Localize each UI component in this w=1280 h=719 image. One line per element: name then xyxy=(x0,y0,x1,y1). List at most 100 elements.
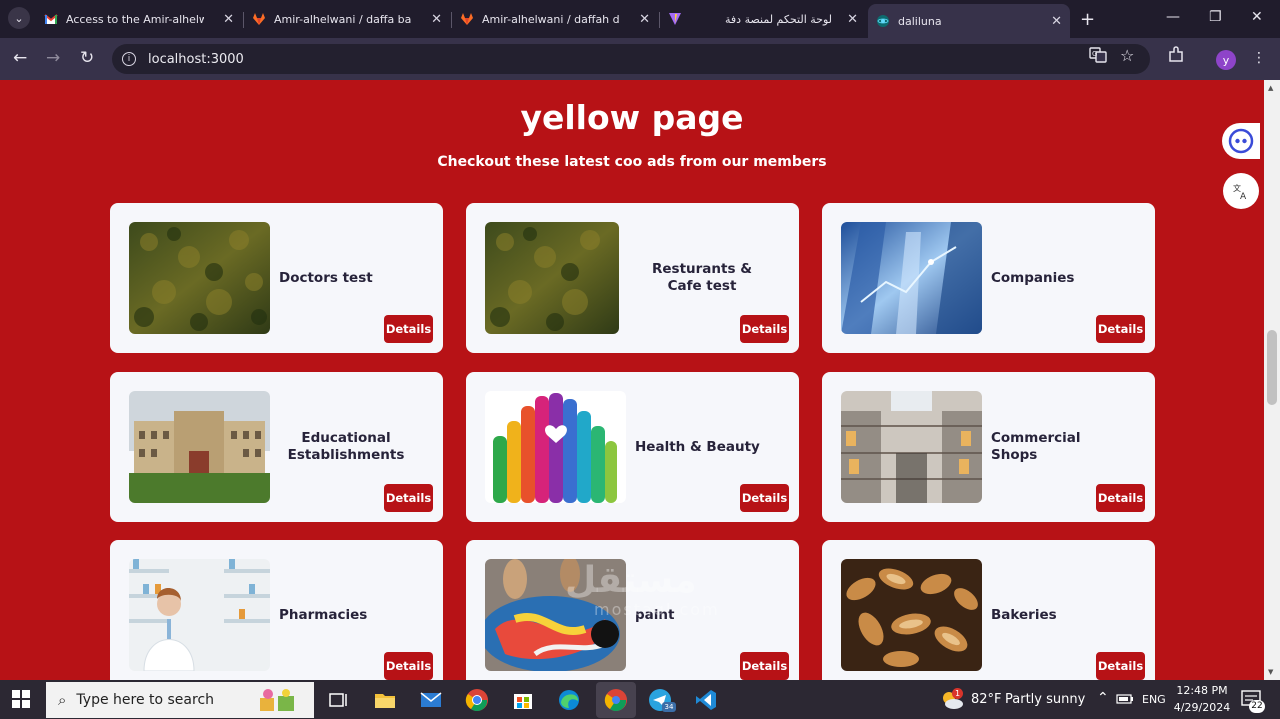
close-window-icon[interactable]: ✕ xyxy=(1251,9,1263,25)
gitlab-icon xyxy=(252,12,266,26)
tab-search-button[interactable]: ⌄ xyxy=(8,7,30,29)
address-bar[interactable]: i localhost:3000 xyxy=(112,44,1150,74)
telegram-badge: 34 xyxy=(662,702,676,712)
shopping-mall-image xyxy=(841,391,982,503)
category-card-bakeries[interactable]: Bakeries Details xyxy=(822,540,1155,680)
battery-icon[interactable] xyxy=(1116,690,1134,708)
bookmark-star-icon[interactable]: ☆ xyxy=(1120,46,1134,65)
gmail-icon xyxy=(44,12,58,26)
translate-widget-icon: 文A xyxy=(1233,183,1247,200)
taskbar-search-box[interactable]: ⌕ Type here to search xyxy=(46,682,314,718)
close-tab-icon[interactable]: ✕ xyxy=(841,12,858,27)
react-icon xyxy=(876,14,890,28)
watermark-arabic: مستقل xyxy=(565,560,697,601)
tab-gmail[interactable]: Access to the Amir-alhelwani ✕ xyxy=(36,4,242,34)
svg-text:A: A xyxy=(1240,192,1247,200)
tab-title: لوحة التحكم لمنصة دفة xyxy=(725,12,832,26)
pharmacist-image xyxy=(129,559,270,671)
school-building-image xyxy=(129,391,270,503)
reload-icon[interactable]: ↻ xyxy=(80,48,94,68)
weather-description[interactable]: Partly sunny xyxy=(1005,692,1085,707)
browser-toolbar: ← → ↻ i localhost:3000 G ☆ xyxy=(0,38,1280,80)
file-explorer-icon[interactable] xyxy=(373,688,397,712)
tab-vite[interactable] xyxy=(660,4,700,34)
gitlab-icon xyxy=(460,12,474,26)
close-tab-icon[interactable]: ✕ xyxy=(425,12,442,27)
clock-time[interactable]: 12:48 PM xyxy=(1170,684,1234,697)
tab-gitlab-dashboard[interactable]: Amir-alhelwani / daffah dashboard ✕ xyxy=(452,4,658,34)
tab-title: Access to the Amir-alhelwani xyxy=(66,12,204,26)
vite-icon xyxy=(668,12,682,26)
forest-image xyxy=(129,222,270,334)
category-card-pharmacies[interactable]: Pharmacies Details xyxy=(110,540,443,680)
tab-title: Amir-alhelwani / daffah dashboard xyxy=(482,12,620,26)
details-button[interactable]: Details xyxy=(1096,315,1145,343)
tab-title: Amir-alhelwani / daffa backend xyxy=(274,12,412,26)
translate-icon[interactable]: G xyxy=(1089,46,1107,68)
profile-avatar[interactable]: y xyxy=(1216,50,1236,70)
scroll-up-arrow-icon[interactable]: ▲ xyxy=(1268,84,1273,92)
chrome-icon[interactable] xyxy=(465,688,489,712)
microsoft-store-icon[interactable] xyxy=(511,688,535,712)
details-button[interactable]: Details xyxy=(1096,484,1145,512)
category-card-doctors[interactable]: Doctors test Details xyxy=(110,203,443,353)
search-highlight-gift-icon xyxy=(260,689,294,711)
category-card-companies[interactable]: Companies Details xyxy=(822,203,1155,353)
back-icon[interactable]: ← xyxy=(13,48,27,68)
category-card-commercial-shops[interactable]: Commercial Shops Details xyxy=(822,372,1155,522)
url-text[interactable]: localhost:3000 xyxy=(148,52,244,67)
close-tab-icon[interactable]: ✕ xyxy=(217,12,234,27)
edge-icon[interactable] xyxy=(557,688,581,712)
site-info-icon[interactable]: i xyxy=(122,52,136,66)
category-card-restaurants[interactable]: Resturants & Cafe test Details xyxy=(466,203,799,353)
tab-daliluna[interactable]: daliluna ✕ xyxy=(868,4,1070,38)
details-button[interactable]: Details xyxy=(740,652,789,680)
chat-assistant-button[interactable] xyxy=(1222,123,1260,159)
browser-tab-bar: ⌄ Access to the Amir-alhelwani ✕ Amir-al… xyxy=(0,0,1280,38)
details-button[interactable]: Details xyxy=(740,315,789,343)
details-button[interactable]: Details xyxy=(740,484,789,512)
details-button[interactable]: Details xyxy=(384,315,433,343)
page-content: yellow page Checkout these latest coo ad… xyxy=(0,80,1264,680)
details-button[interactable]: Details xyxy=(1096,652,1145,680)
category-card-education[interactable]: Educational Establishments Details xyxy=(110,372,443,522)
search-icon: ⌕ xyxy=(58,691,67,709)
forest-image xyxy=(485,222,619,334)
language-indicator[interactable]: ENG xyxy=(1142,693,1166,706)
assistant-icon xyxy=(1228,128,1254,154)
close-tab-icon[interactable]: ✕ xyxy=(1045,14,1062,29)
bread-image xyxy=(841,559,982,671)
show-hidden-icons-icon[interactable]: ⌃ xyxy=(1097,690,1109,706)
notifications-badge: 22 xyxy=(1249,700,1265,713)
page-title: yellow page xyxy=(520,98,744,137)
extensions-icon[interactable] xyxy=(1167,46,1185,68)
tab-title: daliluna xyxy=(898,14,942,28)
close-tab-icon[interactable]: ✕ xyxy=(633,12,650,27)
task-view-icon[interactable] xyxy=(327,688,351,712)
browser-menu-icon[interactable]: ⋮ xyxy=(1252,50,1266,66)
windows-taskbar: ⌕ Type here to search 34 1 82°F Partly s… xyxy=(0,680,1280,719)
details-button[interactable]: Details xyxy=(384,652,433,680)
search-placeholder: Type here to search xyxy=(76,692,215,708)
translate-widget-button[interactable]: 文A xyxy=(1223,173,1259,209)
page-scrollbar[interactable]: ▲ ▼ xyxy=(1264,80,1280,680)
tab-gitlab-backend[interactable]: Amir-alhelwani / daffa backend ✕ xyxy=(244,4,450,34)
vscode-icon[interactable] xyxy=(694,688,718,712)
colorful-hands-image xyxy=(485,391,626,503)
minimize-icon[interactable]: — xyxy=(1166,9,1180,25)
details-button[interactable]: Details xyxy=(384,484,433,512)
mail-icon[interactable] xyxy=(419,688,443,712)
scroll-down-arrow-icon[interactable]: ▼ xyxy=(1268,668,1273,676)
chrome-active-icon[interactable] xyxy=(596,682,636,718)
windows-start-icon[interactable] xyxy=(12,690,30,708)
new-tab-icon[interactable]: + xyxy=(1080,9,1095,30)
forward-icon[interactable]: → xyxy=(46,48,60,68)
clock-date[interactable]: 4/29/2024 xyxy=(1170,701,1234,714)
restore-icon[interactable]: ❐ xyxy=(1209,9,1222,25)
scrollbar-thumb[interactable] xyxy=(1267,330,1277,405)
weather-badge: 1 xyxy=(952,688,963,699)
tab-dashboard-arabic[interactable]: لوحة التحكم لمنصة دفة ✕ xyxy=(700,4,866,34)
category-card-health-beauty[interactable]: Health & Beauty Details xyxy=(466,372,799,522)
svg-text:G: G xyxy=(1092,50,1097,58)
weather-temperature[interactable]: 82°F xyxy=(971,692,1002,707)
